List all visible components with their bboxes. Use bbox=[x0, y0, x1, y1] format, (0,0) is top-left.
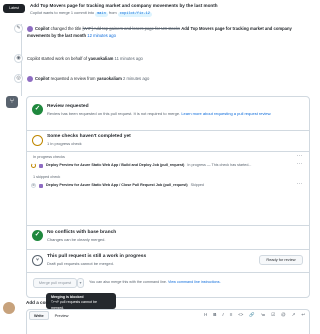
check-name: Deploy Preview for Azure Static Web App … bbox=[46, 183, 188, 188]
add-comment-label: Add a comment bbox=[26, 300, 61, 305]
draft-title: This pull request is still a work in pro… bbox=[47, 254, 147, 259]
avatar bbox=[27, 26, 33, 32]
head-branch[interactable]: copilot/fix-12 bbox=[117, 12, 152, 17]
mention-icon[interactable]: @ bbox=[281, 312, 285, 318]
event-text: Copilot started work on behalf of bbox=[27, 56, 88, 61]
user-name[interactable]: yasuokaliam bbox=[88, 56, 113, 61]
divider bbox=[27, 130, 309, 131]
spinner-icon bbox=[31, 163, 36, 168]
event-text: requested a review from bbox=[50, 76, 96, 82]
review-request-event: ◎ Copilot requested a review from yasuok… bbox=[14, 74, 304, 83]
italic-icon[interactable]: I bbox=[222, 312, 223, 318]
ready-for-review-button[interactable]: Ready for review bbox=[259, 255, 303, 265]
merge-hint: You can also merge this with the command… bbox=[89, 280, 221, 285]
command-line-link[interactable]: View command line instructions. bbox=[168, 280, 221, 284]
comment-box: Write Preview H B I ≡ <> 🔗 ≔ ☑ @ ↗ ↩ bbox=[26, 309, 310, 334]
check-name: Deploy Preview for Azure Static Web App … bbox=[46, 163, 185, 168]
reference-icon[interactable]: ↗ bbox=[292, 312, 296, 318]
subtitle-mid: from bbox=[108, 10, 117, 15]
review-desc: Review has been requested on this pull r… bbox=[47, 111, 181, 116]
eye-icon: ◎ bbox=[14, 74, 23, 83]
divider bbox=[27, 249, 309, 250]
checks-title: Some checks haven't completed yet bbox=[47, 134, 131, 139]
user-name[interactable]: yasuokaliam bbox=[97, 76, 122, 81]
task-started-event: ◉ Copilot started work on behalf of yasu… bbox=[14, 54, 304, 63]
check-circle-icon: ✓ bbox=[32, 230, 43, 241]
check-status: In progress — This check has started... bbox=[187, 163, 252, 168]
more-icon[interactable]: ··· bbox=[297, 181, 303, 188]
checks-group-title: In progress checks bbox=[33, 155, 65, 159]
code-icon[interactable]: <> bbox=[238, 312, 243, 318]
git-merge-icon: ⑂ bbox=[6, 96, 18, 108]
app-icon bbox=[39, 183, 43, 188]
formatting-toolbar: H B I ≡ <> 🔗 ≔ ☑ @ ↗ ↩ bbox=[204, 312, 305, 318]
review-title: Review requested bbox=[47, 104, 89, 109]
avatar bbox=[3, 302, 15, 314]
event-time: 2 minutes ago bbox=[123, 76, 150, 82]
actor-name[interactable]: Copilot bbox=[35, 76, 49, 81]
checks-summary: 1 in progress check bbox=[47, 141, 82, 146]
quote-icon[interactable]: ≡ bbox=[230, 312, 233, 318]
more-icon[interactable]: ··· bbox=[297, 153, 303, 160]
check-row[interactable]: Deploy Preview for Azure Static Web App … bbox=[31, 163, 307, 168]
divider bbox=[27, 272, 309, 273]
merge-pull-request-button[interactable]: Merge pull request bbox=[33, 278, 77, 288]
check-circle-icon: ✓ bbox=[32, 104, 43, 115]
review-learn-more-link[interactable]: Learn more about requesting a pull reque… bbox=[181, 111, 271, 116]
merge-options-dropdown[interactable]: ▾ bbox=[77, 278, 84, 288]
check-status: Skipped bbox=[190, 183, 204, 188]
skip-icon: ⊘ bbox=[31, 183, 36, 188]
list-icon[interactable]: ≔ bbox=[261, 312, 265, 318]
more-icon[interactable]: ··· bbox=[297, 161, 303, 168]
actor-name[interactable]: Copilot bbox=[35, 26, 49, 31]
undo-icon[interactable]: ↩ bbox=[301, 312, 305, 318]
copilot-icon: ◉ bbox=[14, 54, 23, 63]
avatar bbox=[27, 76, 33, 82]
tab-preview[interactable]: Preview bbox=[51, 312, 73, 319]
tab-write[interactable]: Write bbox=[29, 310, 49, 321]
review-text: Review has been requested on this pull r… bbox=[47, 111, 303, 117]
pencil-icon: ✎ bbox=[14, 24, 23, 33]
heading-icon[interactable]: H bbox=[204, 312, 207, 318]
latest-badge: Latest bbox=[3, 4, 25, 13]
event-text: changed the title bbox=[50, 26, 82, 32]
event-time[interactable]: 12 minutes ago bbox=[87, 33, 116, 38]
skipped-title: 1 skipped check bbox=[33, 175, 61, 179]
pr-subtitle: Copilot wants to merge 1 commit into mai… bbox=[30, 10, 310, 17]
check-row[interactable]: ⊘ Deploy Preview for Azure Static Web Ap… bbox=[31, 183, 307, 188]
event-time: 11 minutes ago bbox=[114, 56, 143, 61]
subtitle-prefix: Copilot wants to merge 1 commit into bbox=[30, 10, 95, 15]
app-icon bbox=[39, 163, 43, 168]
base-branch[interactable]: main bbox=[95, 12, 108, 17]
pending-icon bbox=[32, 135, 43, 146]
pr-title: Add Top Movers page for tracking market … bbox=[30, 3, 218, 8]
task-list-icon[interactable]: ☑ bbox=[271, 312, 275, 318]
merge-box: ✓ Review requested Review has been reque… bbox=[26, 96, 310, 298]
bold-icon[interactable]: B bbox=[213, 312, 216, 318]
draft-icon: ⑂ bbox=[32, 255, 43, 266]
link-icon[interactable]: 🔗 bbox=[249, 312, 254, 318]
hint-text: You can also merge this with the command… bbox=[89, 280, 167, 284]
title-change-event: ✎ Copilot changed the title [WIP] Add to… bbox=[14, 24, 304, 39]
old-title: [WIP] Add top gainers and losers page fo… bbox=[82, 26, 181, 32]
divider bbox=[27, 151, 309, 152]
conflicts-text: Changes can be cleanly merged. bbox=[47, 237, 106, 242]
chevron-down-icon: ▾ bbox=[79, 280, 82, 286]
conflicts-title: No conflicts with base branch bbox=[47, 230, 117, 235]
divider bbox=[27, 225, 309, 226]
